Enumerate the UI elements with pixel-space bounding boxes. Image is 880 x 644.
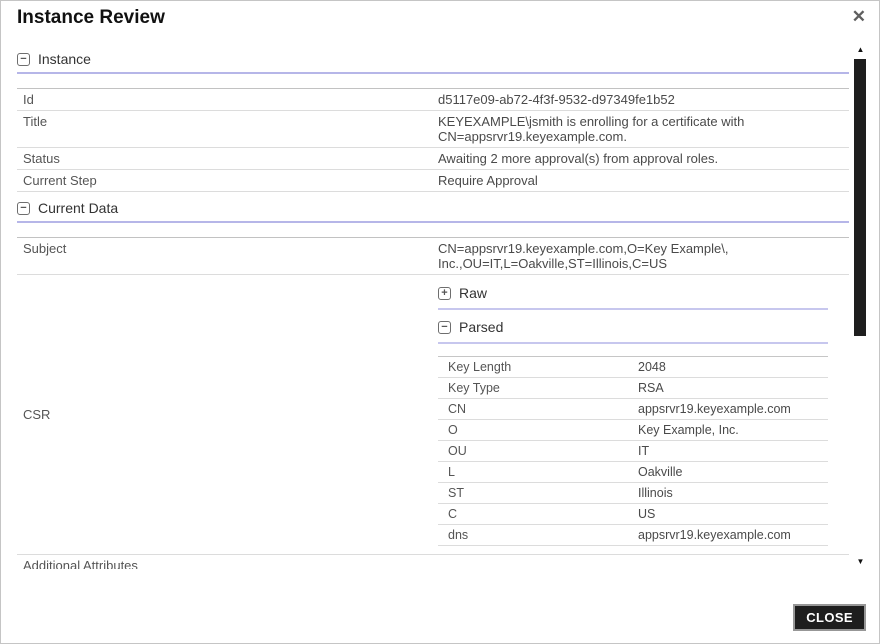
csr-subsections: + Raw − Parsed Key Length: [438, 286, 828, 546]
section-header-current-data[interactable]: − Current Data: [17, 200, 849, 216]
field-label: Title: [17, 114, 438, 144]
close-button[interactable]: CLOSE: [793, 604, 866, 631]
field-label: C: [448, 507, 638, 521]
field-label: O: [448, 423, 638, 437]
table-row-ou: OU IT: [438, 441, 828, 462]
field-value: Require Approval: [438, 173, 849, 188]
instance-review-dialog: Instance Review ✕ − Instance Id d5117e09…: [0, 0, 880, 644]
table-row-st: ST Illinois: [438, 483, 828, 504]
field-value: 2048: [638, 360, 828, 374]
table-row-status: Status Awaiting 2 more approval(s) from …: [17, 148, 849, 170]
field-label: Key Type: [448, 381, 638, 395]
table-row-csr: CSR + Raw − Parsed: [17, 275, 849, 555]
subsection-divider: [438, 342, 828, 344]
table-row-title: Title KEYEXAMPLE\jsmith is enrolling for…: [17, 111, 849, 148]
table-row-id: Id d5117e09-ab72-4f3f-9532-d97349fe1b52: [17, 89, 849, 111]
field-value: RSA: [638, 381, 828, 395]
field-value: Awaiting 2 more approval(s) from approva…: [438, 151, 849, 166]
table-row-subject: Subject CN=appsrvr19.keyexample.com,O=Ke…: [17, 238, 849, 275]
field-value: IT: [638, 444, 828, 458]
table-row-o: O Key Example, Inc.: [438, 420, 828, 441]
expand-icon[interactable]: +: [438, 287, 451, 300]
field-label: Subject: [17, 241, 438, 271]
field-value: CN=appsrvr19.keyexample.com,O=Key Exampl…: [438, 241, 849, 271]
field-label: dns: [448, 528, 638, 542]
collapse-icon[interactable]: −: [17, 53, 30, 66]
subsection-label: Raw: [459, 286, 487, 301]
field-value: d5117e09-ab72-4f3f-9532-d97349fe1b52: [438, 92, 849, 107]
page-title: Instance Review: [17, 7, 165, 29]
field-label: Id: [17, 92, 438, 107]
table-row-l: L Oakville: [438, 462, 828, 483]
dialog-content: − Instance Id d5117e09-ab72-4f3f-9532-d9…: [17, 51, 849, 569]
dialog-scroll-area: − Instance Id d5117e09-ab72-4f3f-9532-d9…: [1, 43, 852, 569]
instance-table: Id d5117e09-ab72-4f3f-9532-d97349fe1b52 …: [17, 88, 849, 192]
subsection-label: Parsed: [459, 320, 503, 335]
table-row-c: C US: [438, 504, 828, 525]
field-label: CSR: [17, 407, 438, 422]
field-label: CN: [448, 402, 638, 416]
scrollbar[interactable]: ▲ ▼: [853, 45, 868, 567]
field-label: Key Length: [448, 360, 638, 374]
collapse-icon[interactable]: −: [17, 202, 30, 215]
scroll-up-icon[interactable]: ▲: [853, 45, 868, 55]
field-label: ST: [448, 486, 638, 500]
table-row-cn: CN appsrvr19.keyexample.com: [438, 399, 828, 420]
field-label: L: [448, 465, 638, 479]
subsection-header-raw[interactable]: + Raw: [438, 286, 828, 301]
section-label: Instance: [38, 51, 91, 67]
field-value: Oakville: [638, 465, 828, 479]
field-value: Key Example, Inc.: [638, 423, 828, 437]
field-value: appsrvr19.keyexample.com: [638, 402, 828, 416]
field-label: Current Step: [17, 173, 438, 188]
scrollbar-thumb[interactable]: [854, 59, 866, 336]
collapse-icon[interactable]: −: [438, 321, 451, 334]
section-header-instance[interactable]: − Instance: [17, 51, 849, 67]
table-row-key-type: Key Type RSA: [438, 378, 828, 399]
close-icon[interactable]: ✕: [852, 7, 866, 27]
field-value: KEYEXAMPLE\jsmith is enrolling for a cer…: [438, 114, 849, 144]
field-value: appsrvr19.keyexample.com: [638, 528, 828, 542]
current-data-table: Subject CN=appsrvr19.keyexample.com,O=Ke…: [17, 237, 849, 555]
clipped-next-field-label: Additional Attributes: [17, 558, 849, 569]
table-row-current-step: Current Step Require Approval: [17, 170, 849, 192]
field-value: Illinois: [638, 486, 828, 500]
parsed-csr-table: Key Length 2048 Key Type RSA CN appsrvr1…: [438, 356, 828, 546]
section-label: Current Data: [38, 200, 118, 216]
subsection-header-parsed[interactable]: − Parsed: [438, 320, 828, 335]
field-label: Status: [17, 151, 438, 166]
field-value: US: [638, 507, 828, 521]
field-label: OU: [448, 444, 638, 458]
csr-value-cell: + Raw − Parsed Key Length: [438, 278, 849, 551]
subsection-divider: [438, 308, 828, 310]
table-row-dns: dns appsrvr19.keyexample.com: [438, 525, 828, 546]
section-divider: [17, 72, 849, 74]
table-row-key-length: Key Length 2048: [438, 357, 828, 378]
section-divider: [17, 221, 849, 223]
scroll-down-icon[interactable]: ▼: [853, 557, 868, 567]
